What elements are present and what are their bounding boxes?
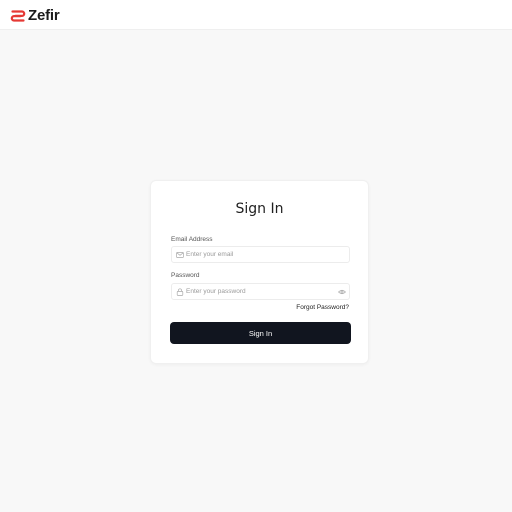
- password-input[interactable]: [186, 285, 336, 298]
- email-input[interactable]: [186, 248, 336, 261]
- password-label: Password: [171, 272, 200, 279]
- top-bar: Zefir: [0, 0, 512, 30]
- zefir-logo-icon: [10, 8, 26, 24]
- password-field: [171, 283, 350, 300]
- email-field: [171, 246, 350, 263]
- brand-name: Zefir: [28, 7, 60, 24]
- brand-link[interactable]: Zefir: [10, 7, 60, 24]
- email-label: Email Address: [171, 236, 213, 243]
- lock-icon: [176, 288, 184, 296]
- eye-icon[interactable]: [338, 288, 346, 296]
- signin-title: Sign In: [235, 201, 284, 217]
- sign-in-button[interactable]: Sign In: [170, 322, 351, 344]
- mail-icon: [176, 251, 184, 259]
- forgot-password-link[interactable]: Forgot Password?: [296, 304, 349, 311]
- signin-card: Sign In Email Address Password Forgot Pa…: [150, 180, 369, 364]
